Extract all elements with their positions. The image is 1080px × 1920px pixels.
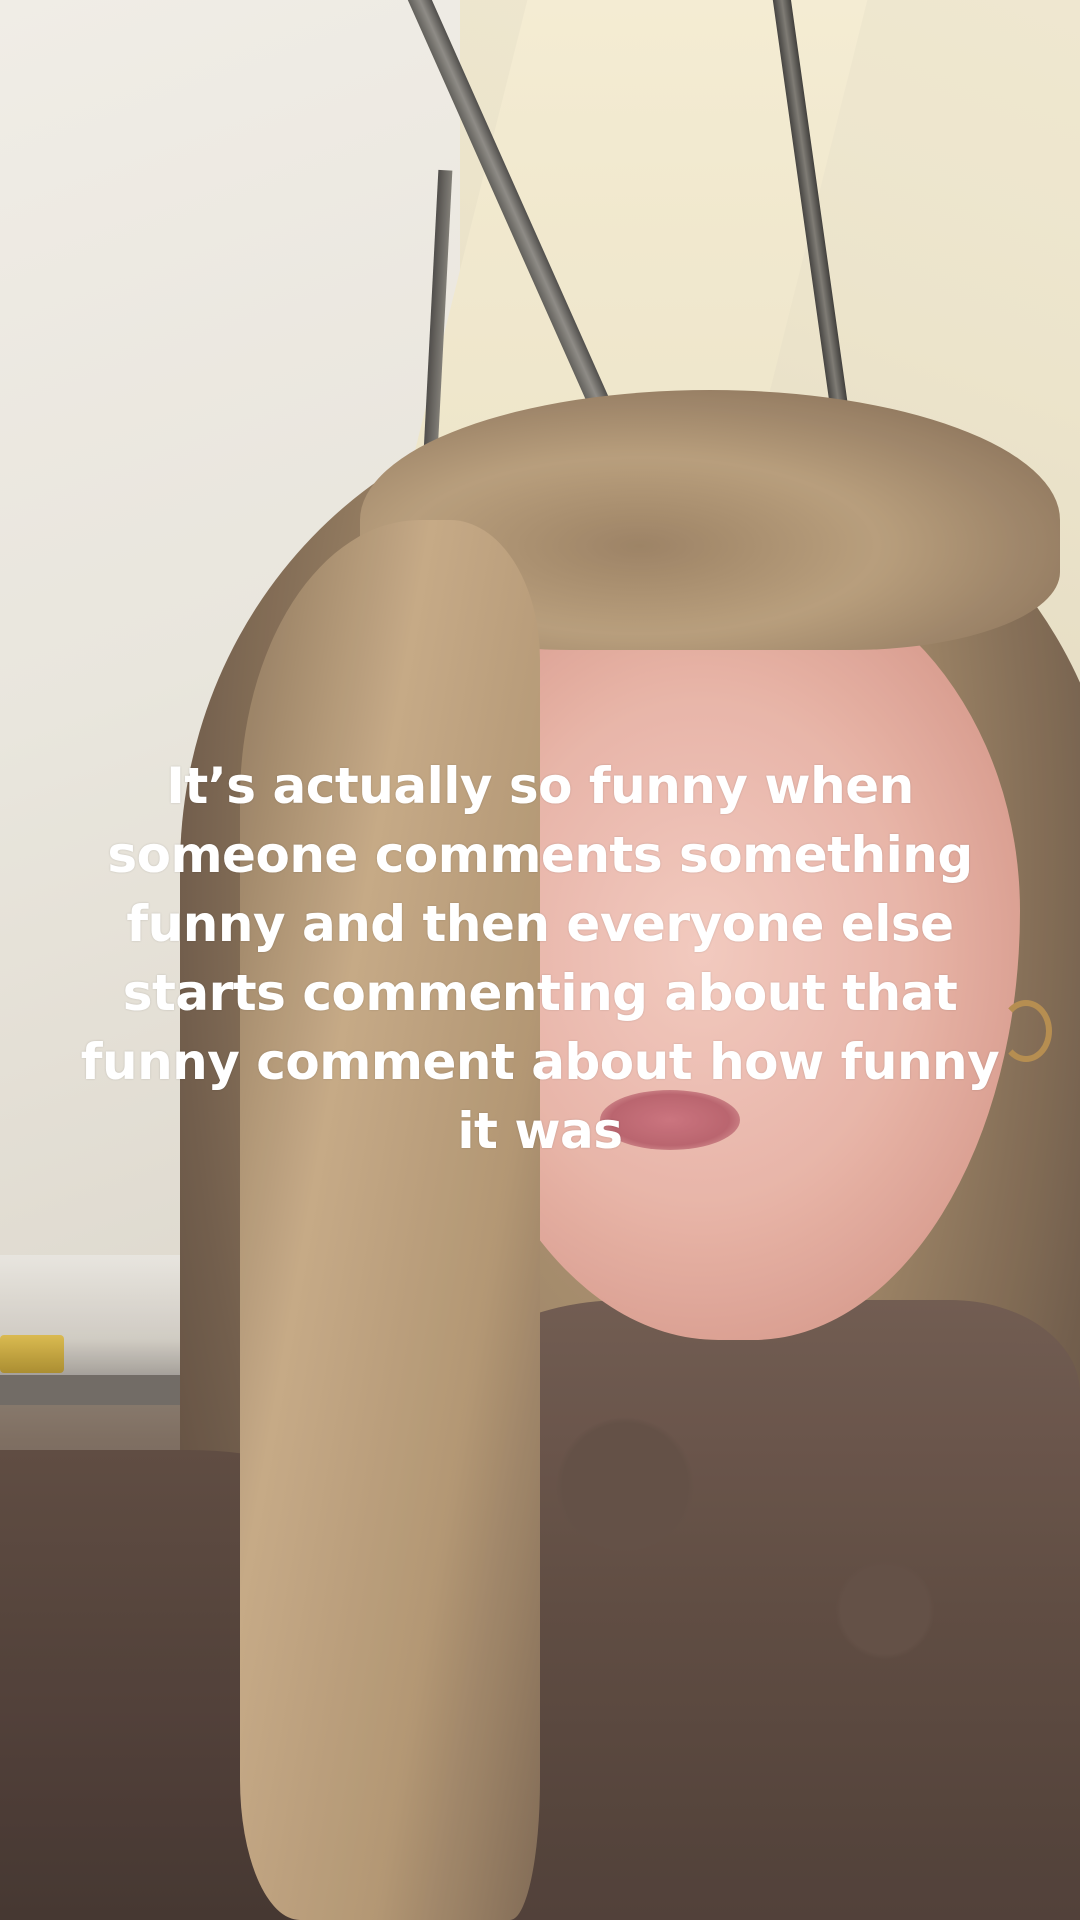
video-caption-text: It’s actually so funny when someone comm… <box>80 757 1000 1160</box>
video-frame[interactable]: It’s actually so funny when someone comm… <box>0 0 1080 1920</box>
